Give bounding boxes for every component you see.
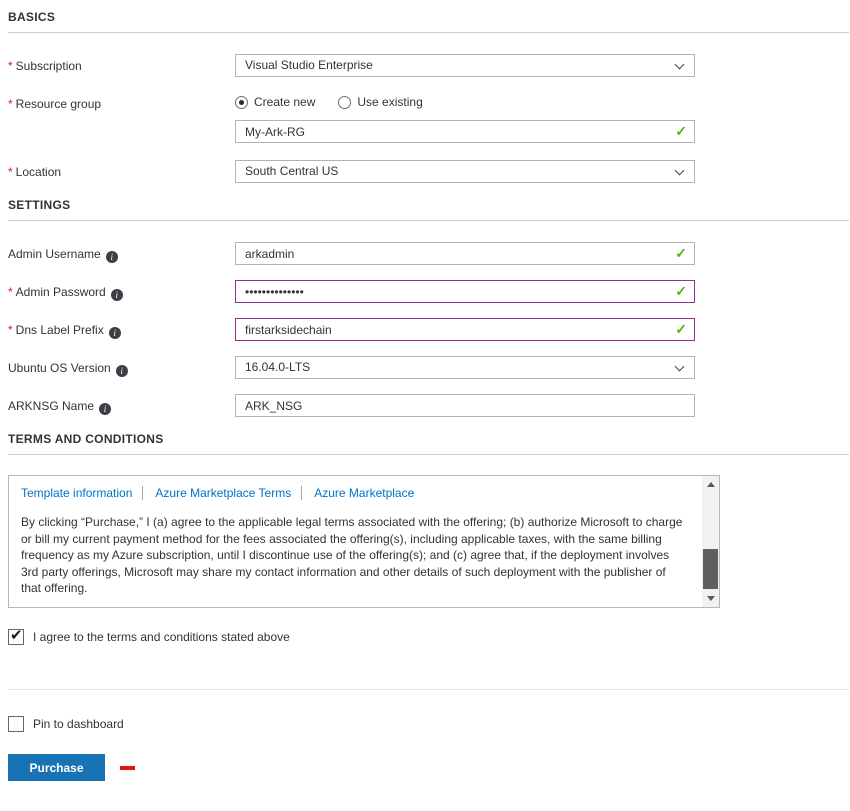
admin-password-label: *Admin Password i [8, 280, 235, 301]
agree-terms-label: I agree to the terms and conditions stat… [33, 630, 290, 644]
admin-password-field: ✓ [235, 280, 695, 303]
section-divider [8, 32, 849, 33]
chevron-down-icon [675, 362, 685, 372]
purchase-button[interactable]: Purchase [8, 754, 105, 781]
chevron-down-icon [675, 60, 685, 70]
terms-body-text: By clicking “Purchase,” I (a) agree to t… [21, 514, 689, 597]
radio-create-new-label: Create new [254, 95, 315, 109]
arknsg-name-label: ARKNSG Name i [8, 394, 235, 415]
arknsg-name-row: ARKNSG Name i ✓ [8, 394, 850, 417]
radio-icon [338, 96, 351, 109]
valid-check-icon: ✓ [675, 245, 687, 262]
resource-group-label-text: Resource group [16, 97, 101, 111]
location-label-text: Location [16, 165, 61, 179]
resource-group-label: *Resource group [8, 92, 235, 111]
info-icon[interactable]: i [106, 251, 118, 263]
radio-create-new[interactable]: Create new [235, 95, 315, 109]
dns-label-prefix-label: *Dns Label Prefix i [8, 318, 235, 339]
subscription-row: *Subscription Visual Studio Enterprise [8, 54, 850, 77]
create-blade: BASICS *Subscription Visual Studio Enter… [0, 0, 850, 811]
ubuntu-os-version-value: 16.04.0-LTS [245, 360, 310, 374]
section-title-settings: SETTINGS [8, 198, 850, 212]
basics-section: *Subscription Visual Studio Enterprise *… [8, 54, 850, 183]
subscription-dropdown[interactable]: Visual Studio Enterprise [235, 54, 695, 77]
admin-password-label-text: Admin Password [16, 285, 106, 299]
ubuntu-os-version-row: Ubuntu OS Version i 16.04.0-LTS [8, 356, 850, 379]
azure-marketplace-terms-link[interactable]: Azure Marketplace Terms [142, 486, 291, 500]
section-title-basics: BASICS [8, 10, 850, 24]
triangle-down-icon [707, 596, 715, 601]
triangle-up-icon [707, 482, 715, 487]
subscription-value: Visual Studio Enterprise [245, 58, 373, 72]
required-asterisk: * [8, 323, 13, 337]
valid-check-icon: ✓ [675, 123, 687, 140]
arknsg-name-label-text: ARKNSG Name [8, 399, 94, 413]
purchase-row: Purchase [8, 754, 850, 781]
location-row: *Location South Central US [8, 160, 850, 183]
pin-to-dashboard-checkbox[interactable]: ✔ [8, 716, 24, 732]
arknsg-name-field: ✓ [235, 394, 695, 417]
terms-links: Template information Azure Marketplace Te… [21, 486, 689, 500]
required-asterisk: * [8, 97, 13, 111]
location-value: South Central US [245, 164, 338, 178]
location-dropdown[interactable]: South Central US [235, 160, 695, 183]
resource-group-name-field: ✓ [235, 120, 695, 143]
info-icon[interactable]: i [111, 289, 123, 301]
scrollbar-thumb[interactable] [703, 549, 718, 589]
dns-label-prefix-input[interactable] [235, 318, 695, 341]
info-icon[interactable]: i [99, 403, 111, 415]
admin-username-input[interactable] [235, 242, 695, 265]
required-asterisk: * [8, 165, 13, 179]
resource-group-mode: Create new Use existing [235, 92, 695, 109]
settings-section: Admin Usernamei ✓ *Admin Passwordi ✓ [8, 242, 850, 417]
valid-check-icon: ✓ [675, 321, 687, 338]
info-icon[interactable]: i [109, 327, 121, 339]
checkmark-icon: ✔ [10, 626, 23, 644]
dns-label-prefix-label-text: Dns Label Prefix [16, 323, 104, 337]
template-information-link[interactable]: Template information [21, 486, 132, 500]
ubuntu-os-version-dropdown[interactable]: 16.04.0-LTS [235, 356, 695, 379]
arknsg-name-input[interactable] [235, 394, 695, 417]
required-asterisk: * [8, 59, 13, 73]
admin-password-row: *Admin Password i ✓ [8, 280, 850, 303]
section-divider [8, 454, 849, 455]
admin-username-field: ✓ [235, 242, 695, 265]
pin-to-dashboard-label: Pin to dashboard [33, 717, 124, 731]
terms-scroll-panel: Template information Azure Marketplace Te… [8, 475, 720, 608]
agree-terms-checkbox[interactable]: ✔ [8, 629, 24, 645]
resource-group-row: *Resource group Create new Use existing [8, 92, 850, 143]
admin-username-label-text: Admin Username [8, 247, 101, 261]
section-divider [8, 220, 849, 221]
required-asterisk: * [8, 285, 13, 299]
agree-terms-checkbox-row[interactable]: ✔ I agree to the terms and conditions st… [8, 629, 850, 645]
scroll-down-button[interactable] [702, 591, 719, 607]
minus-icon [120, 766, 135, 770]
subscription-label: *Subscription [8, 54, 235, 73]
radio-icon [235, 96, 248, 109]
info-icon[interactable]: i [116, 365, 128, 377]
scroll-up-button[interactable] [702, 482, 719, 498]
vertical-scrollbar[interactable] [702, 476, 719, 607]
dns-label-prefix-field: ✓ [235, 318, 695, 341]
section-title-terms: TERMS AND CONDITIONS [8, 432, 850, 446]
subscription-label-text: Subscription [16, 59, 82, 73]
resource-group-name-input[interactable] [235, 120, 695, 143]
footer-divider [8, 689, 849, 690]
chevron-down-icon [675, 166, 685, 176]
dns-label-prefix-row: *Dns Label Prefix i ✓ [8, 318, 850, 341]
admin-password-input[interactable] [235, 280, 695, 303]
location-label: *Location [8, 160, 235, 179]
ubuntu-os-version-label: Ubuntu OS Version i [8, 356, 235, 377]
valid-check-icon: ✓ [675, 283, 687, 300]
admin-username-row: Admin Username i ✓ [8, 242, 850, 265]
azure-marketplace-link[interactable]: Azure Marketplace [301, 486, 414, 500]
radio-use-existing[interactable]: Use existing [338, 95, 422, 109]
admin-username-label: Admin Username i [8, 242, 235, 263]
pin-to-dashboard-row[interactable]: ✔ Pin to dashboard [8, 716, 850, 732]
ubuntu-os-version-label-text: Ubuntu OS Version [8, 361, 111, 375]
radio-use-existing-label: Use existing [357, 95, 422, 109]
